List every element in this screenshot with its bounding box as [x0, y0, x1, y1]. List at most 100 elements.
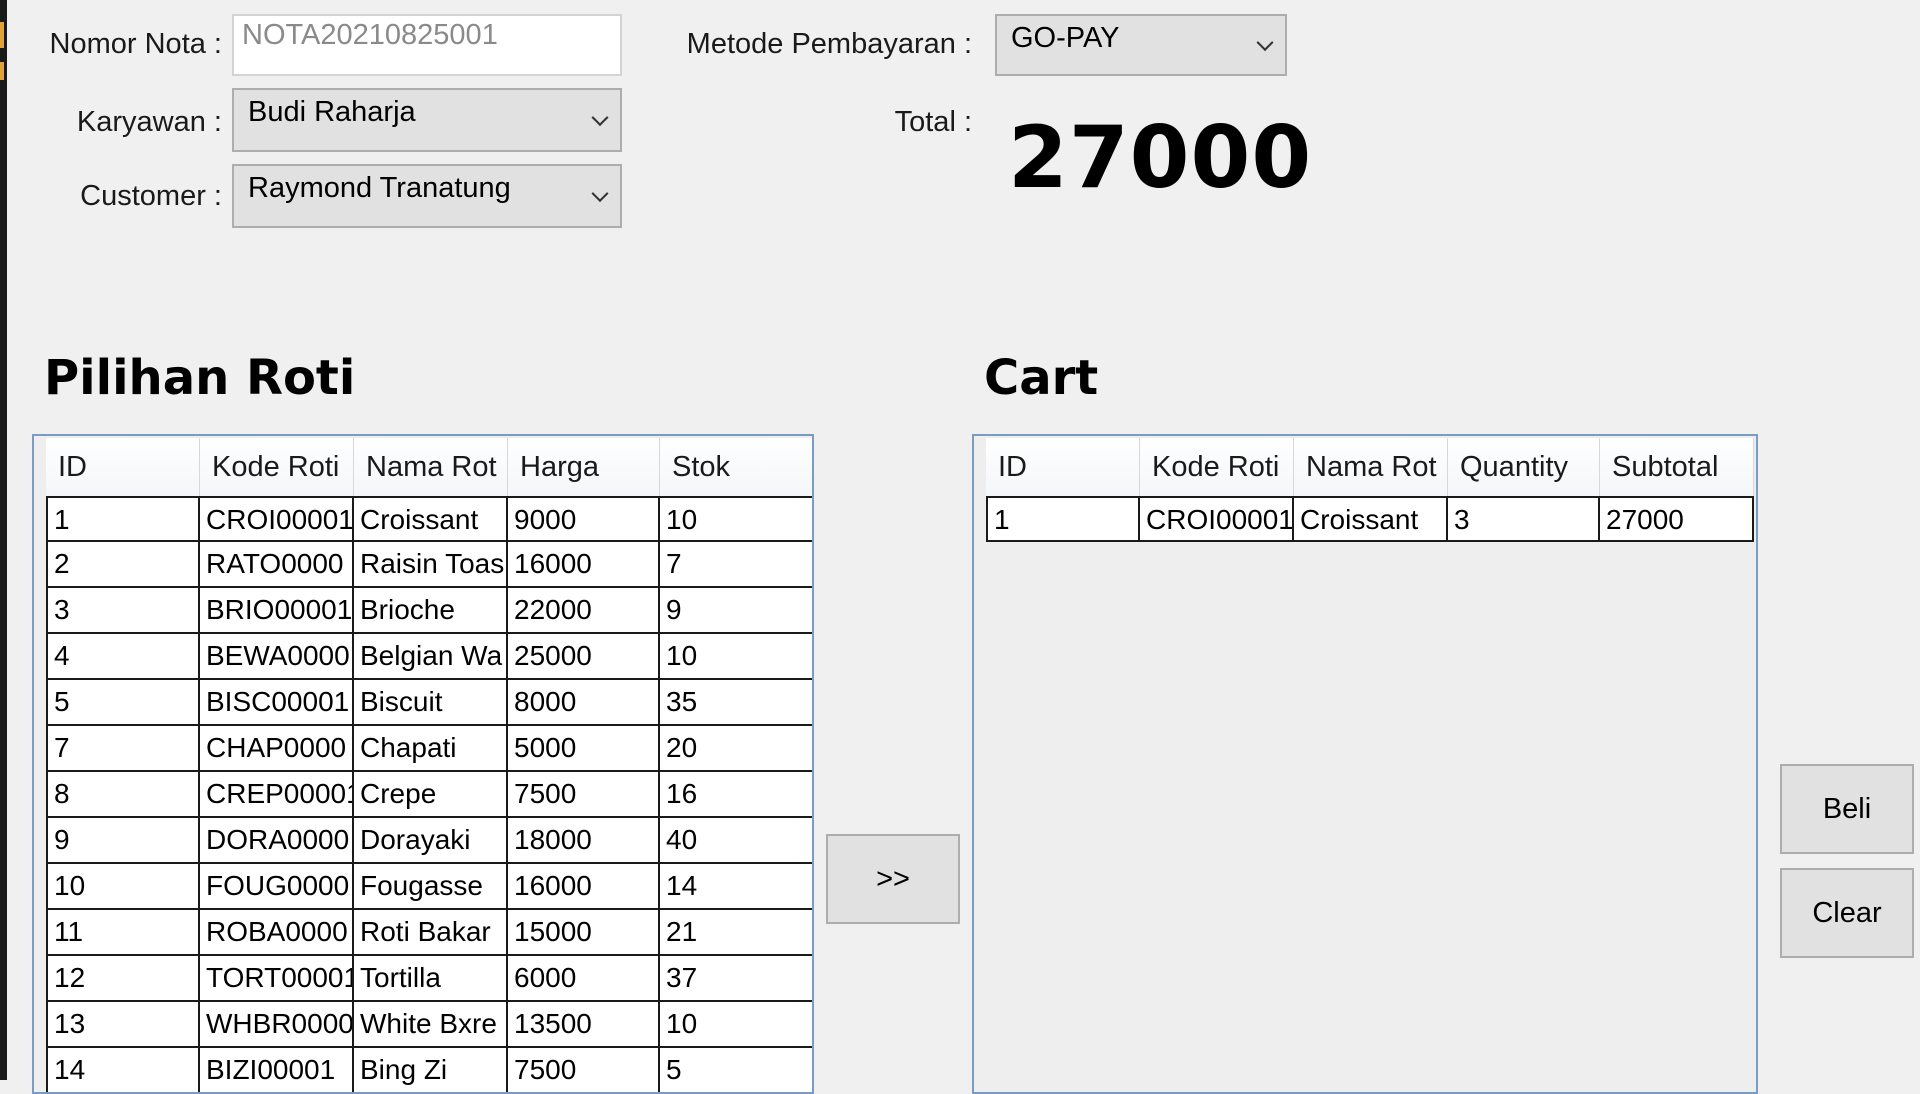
- table-cell[interactable]: 5: [660, 1048, 812, 1092]
- table-cell[interactable]: 3: [46, 588, 200, 634]
- customer-select[interactable]: Raymond Tranatung: [232, 164, 622, 228]
- column-header[interactable]: Subtotal: [1600, 438, 1754, 496]
- table-cell[interactable]: Biscuit: [354, 680, 508, 726]
- column-header[interactable]: Nama Rot: [1294, 438, 1448, 496]
- table-cell[interactable]: 27000: [1600, 496, 1754, 542]
- table-cell[interactable]: 25000: [508, 634, 660, 680]
- table-cell[interactable]: 7500: [508, 1048, 660, 1092]
- table-cell[interactable]: Fougasse: [354, 864, 508, 910]
- table-cell[interactable]: Chapati: [354, 726, 508, 772]
- table-cell[interactable]: 16000: [508, 542, 660, 588]
- table-cell[interactable]: Brioche: [354, 588, 508, 634]
- table-row[interactable]: 11 ROBA0000 Roti Bakar 15000 21: [46, 910, 812, 956]
- table-cell[interactable]: ROBA0000: [200, 910, 354, 956]
- table-cell[interactable]: 21: [660, 910, 812, 956]
- table-cell[interactable]: Crepe: [354, 772, 508, 818]
- table-cell[interactable]: FOUG0000: [200, 864, 354, 910]
- column-header[interactable]: ID: [46, 438, 200, 496]
- table-cell[interactable]: RATO0000: [200, 542, 354, 588]
- table-cell[interactable]: 40: [660, 818, 812, 864]
- table-row[interactable]: 13 WHBR0000 White Bxre 13500 10: [46, 1002, 812, 1048]
- table-cell[interactable]: 15000: [508, 910, 660, 956]
- pilihan-grid[interactable]: ID Kode Roti Nama Rot Harga Stok 1 CROI00…: [32, 434, 814, 1094]
- table-cell[interactable]: 18000: [508, 818, 660, 864]
- table-row[interactable]: 5 BISC00001 Biscuit 8000 35: [46, 680, 812, 726]
- table-cell[interactable]: 7: [660, 542, 812, 588]
- table-cell[interactable]: 16: [660, 772, 812, 818]
- table-cell[interactable]: CROI00001: [200, 496, 354, 542]
- table-cell[interactable]: Bing Zi: [354, 1048, 508, 1092]
- column-header[interactable]: Kode Roti: [1140, 438, 1294, 496]
- table-row[interactable]: 2 RATO0000 Raisin Toas 16000 7: [46, 542, 812, 588]
- table-cell[interactable]: 9: [660, 588, 812, 634]
- column-header[interactable]: Quantity: [1448, 438, 1600, 496]
- table-cell[interactable]: WHBR0000: [200, 1002, 354, 1048]
- nota-input[interactable]: NOTA20210825001: [232, 14, 622, 76]
- table-row[interactable]: 4 BEWA0000 Belgian Wa 25000 10: [46, 634, 812, 680]
- table-row[interactable]: 14 BIZI00001 Bing Zi 7500 5: [46, 1048, 812, 1092]
- column-header[interactable]: Harga: [508, 438, 660, 496]
- table-cell[interactable]: 9: [46, 818, 200, 864]
- table-cell[interactable]: 10: [660, 496, 812, 542]
- table-cell[interactable]: 1: [46, 496, 200, 542]
- table-cell[interactable]: 14: [660, 864, 812, 910]
- add-to-cart-button[interactable]: >>: [826, 834, 960, 924]
- beli-button[interactable]: Beli: [1780, 764, 1914, 854]
- table-cell[interactable]: BRIO00001: [200, 588, 354, 634]
- table-cell[interactable]: 7500: [508, 772, 660, 818]
- table-cell[interactable]: 35: [660, 680, 812, 726]
- table-cell[interactable]: 16000: [508, 864, 660, 910]
- table-cell[interactable]: 13500: [508, 1002, 660, 1048]
- table-row[interactable]: 1 CROI00001 Croissant 3 27000: [986, 496, 1754, 542]
- table-cell[interactable]: CREP00001: [200, 772, 354, 818]
- table-cell[interactable]: BEWA0000: [200, 634, 354, 680]
- table-row[interactable]: 3 BRIO00001 Brioche 22000 9: [46, 588, 812, 634]
- table-cell[interactable]: 14: [46, 1048, 200, 1092]
- table-cell[interactable]: Croissant: [1294, 496, 1448, 542]
- table-cell[interactable]: BIZI00001: [200, 1048, 354, 1092]
- table-cell[interactable]: 12: [46, 956, 200, 1002]
- table-cell[interactable]: 9000: [508, 496, 660, 542]
- table-cell[interactable]: 10: [660, 1002, 812, 1048]
- table-row[interactable]: 12 TORT00001 Tortilla 6000 37: [46, 956, 812, 1002]
- table-cell[interactable]: Raisin Toas: [354, 542, 508, 588]
- cart-grid[interactable]: ID Kode Roti Nama Rot Quantity Subtotal …: [972, 434, 1758, 1094]
- table-cell[interactable]: 5000: [508, 726, 660, 772]
- table-cell[interactable]: Croissant: [354, 496, 508, 542]
- column-header[interactable]: Nama Rot: [354, 438, 508, 496]
- table-cell[interactable]: 11: [46, 910, 200, 956]
- table-cell[interactable]: 2: [46, 542, 200, 588]
- table-cell[interactable]: CROI00001: [1140, 496, 1294, 542]
- metode-select[interactable]: GO-PAY: [995, 14, 1287, 76]
- clear-button[interactable]: Clear: [1780, 868, 1914, 958]
- table-cell[interactable]: Tortilla: [354, 956, 508, 1002]
- table-cell[interactable]: Roti Bakar: [354, 910, 508, 956]
- table-cell[interactable]: TORT00001: [200, 956, 354, 1002]
- table-cell[interactable]: 5: [46, 680, 200, 726]
- table-cell[interactable]: 10: [660, 634, 812, 680]
- table-cell[interactable]: White Bxre: [354, 1002, 508, 1048]
- table-row[interactable]: 8 CREP00001 Crepe 7500 16: [46, 772, 812, 818]
- table-cell[interactable]: Dorayaki: [354, 818, 508, 864]
- table-cell[interactable]: 4: [46, 634, 200, 680]
- table-cell[interactable]: 37: [660, 956, 812, 1002]
- table-row[interactable]: 7 CHAP0000 Chapati 5000 20: [46, 726, 812, 772]
- table-cell[interactable]: 8: [46, 772, 200, 818]
- table-row[interactable]: 10 FOUG0000 Fougasse 16000 14: [46, 864, 812, 910]
- karyawan-select[interactable]: Budi Raharja: [232, 88, 622, 152]
- table-row[interactable]: 9 DORA0000 Dorayaki 18000 40: [46, 818, 812, 864]
- table-cell[interactable]: 8000: [508, 680, 660, 726]
- table-cell[interactable]: 1: [986, 496, 1140, 542]
- column-header[interactable]: ID: [986, 438, 1140, 496]
- table-cell[interactable]: 13: [46, 1002, 200, 1048]
- table-cell[interactable]: BISC00001: [200, 680, 354, 726]
- table-cell[interactable]: 6000: [508, 956, 660, 1002]
- table-cell[interactable]: 10: [46, 864, 200, 910]
- column-header[interactable]: Stok: [660, 438, 812, 496]
- table-cell[interactable]: CHAP0000: [200, 726, 354, 772]
- table-cell[interactable]: 22000: [508, 588, 660, 634]
- table-cell[interactable]: 20: [660, 726, 812, 772]
- table-cell[interactable]: Belgian Wa: [354, 634, 508, 680]
- table-cell[interactable]: DORA0000: [200, 818, 354, 864]
- column-header[interactable]: Kode Roti: [200, 438, 354, 496]
